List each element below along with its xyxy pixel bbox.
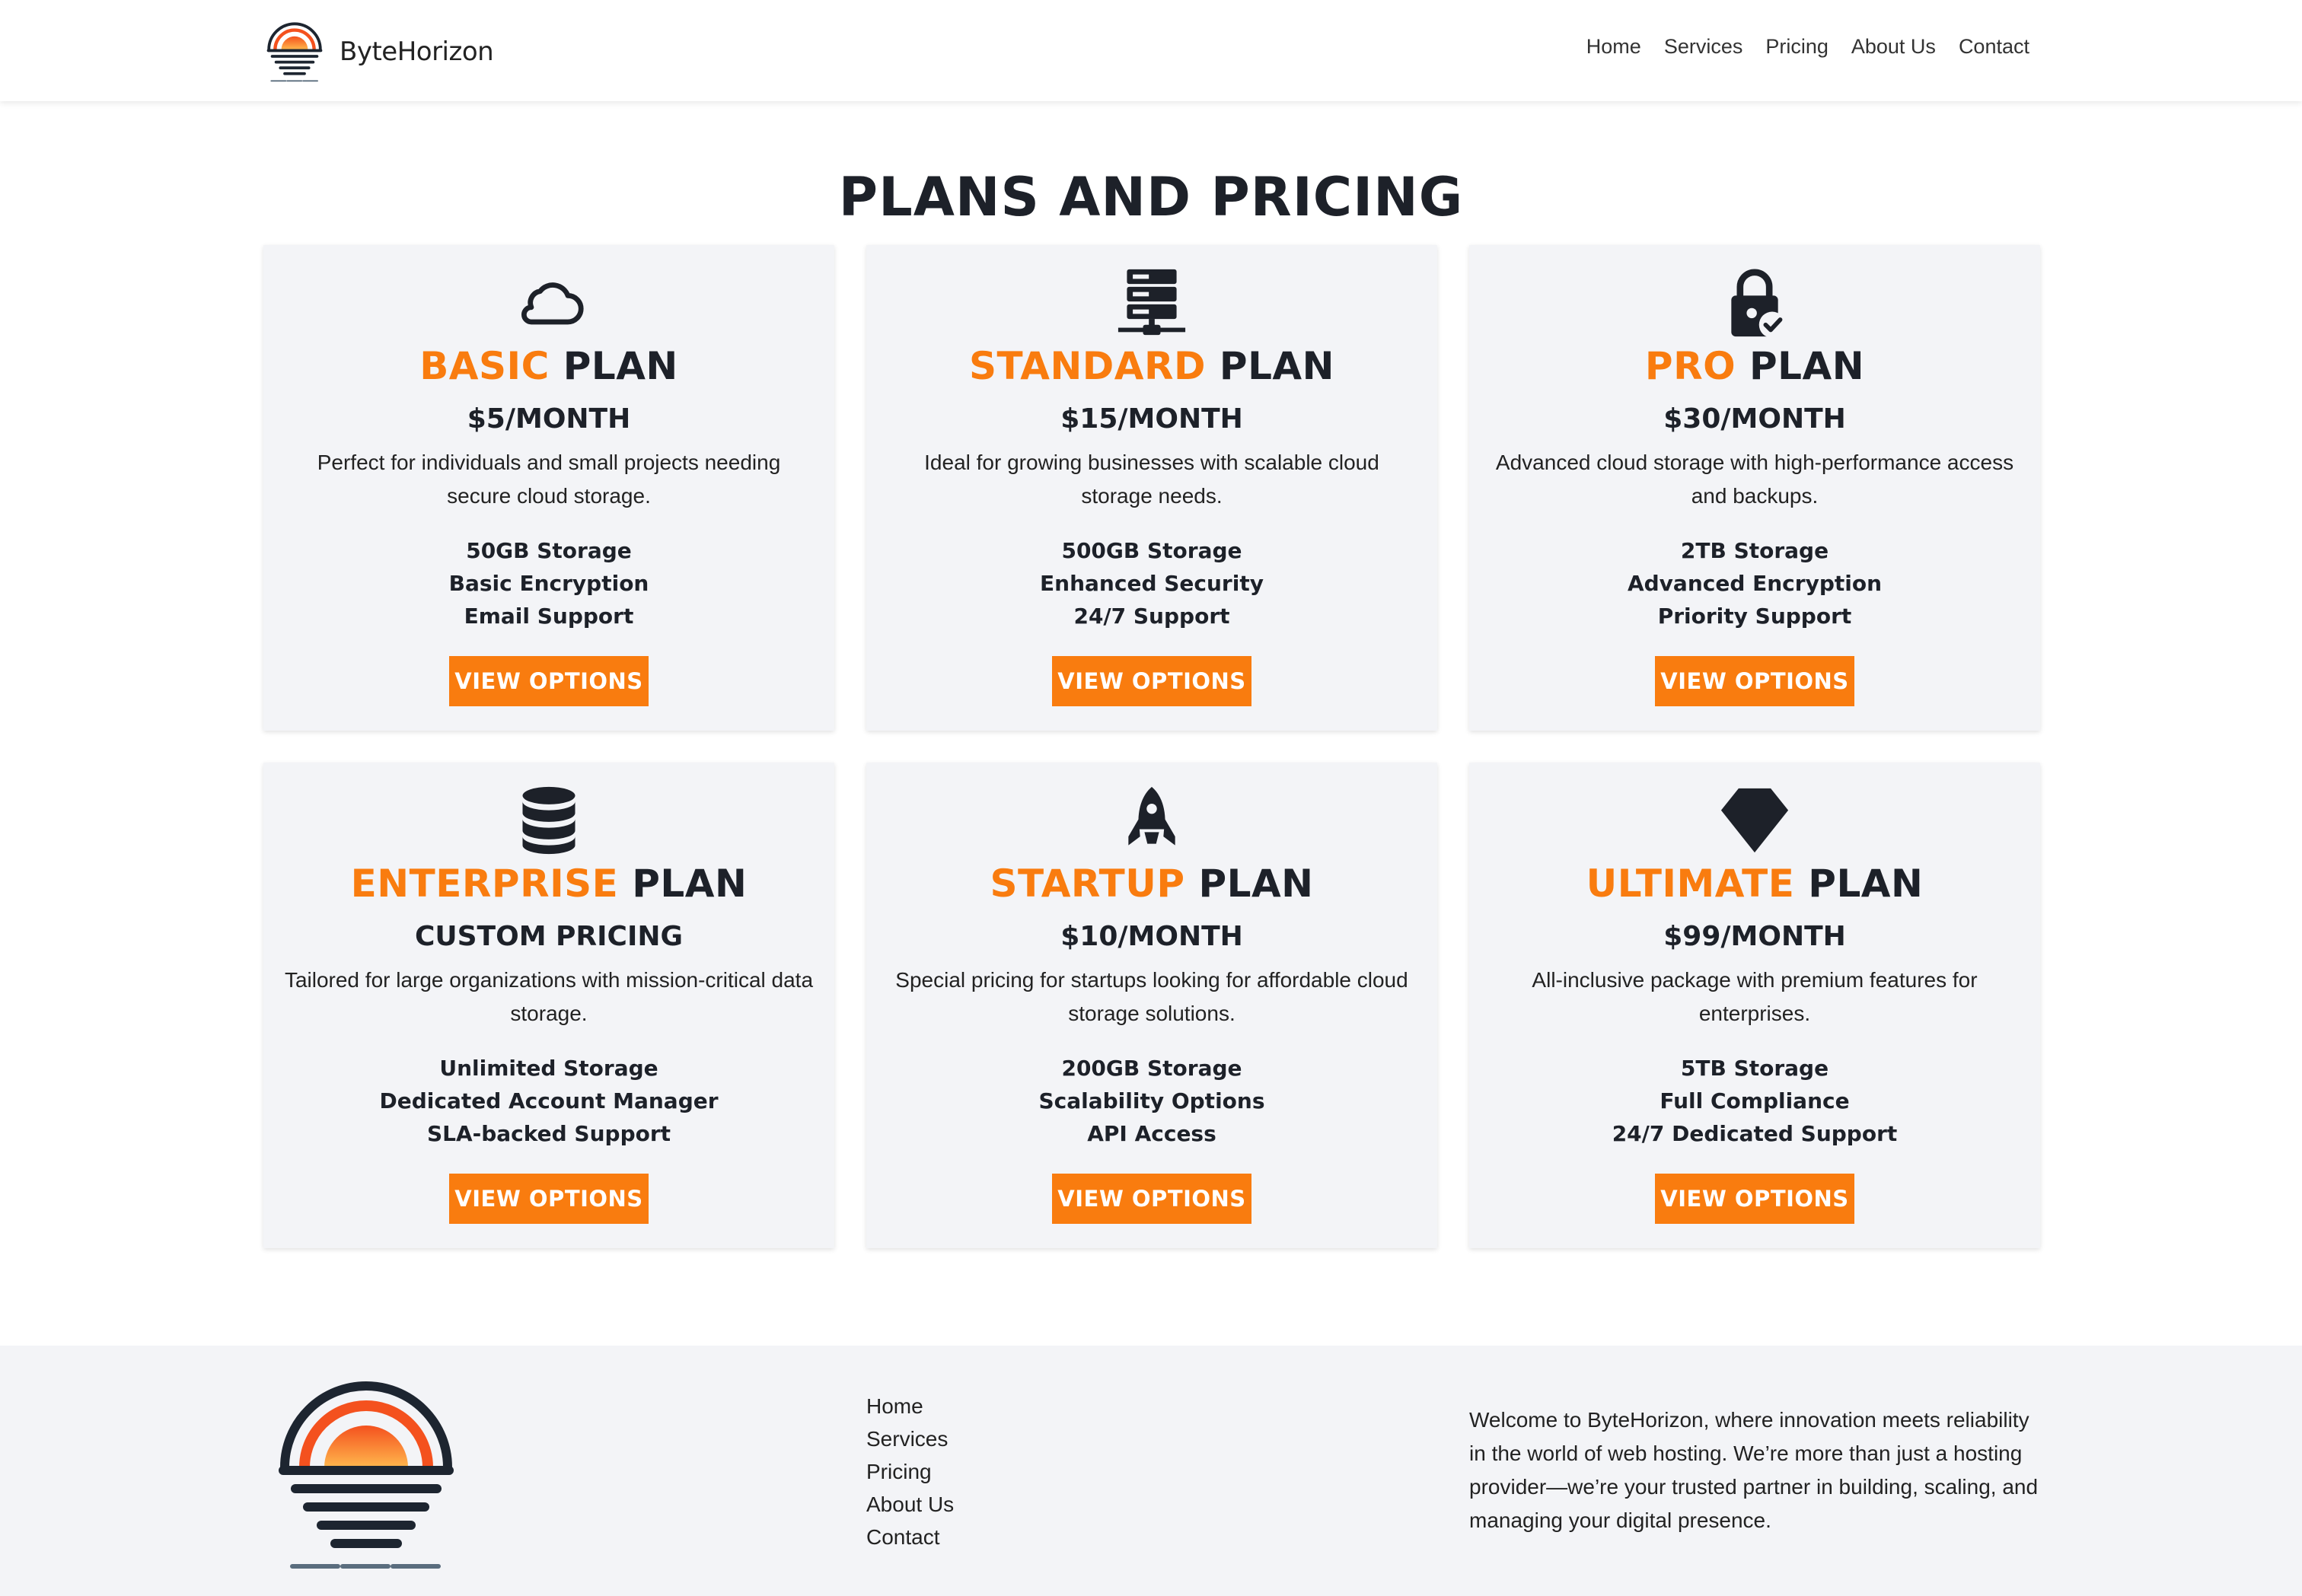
view-options-button-ultimate[interactable]: VIEW OPTIONS [1655,1174,1854,1224]
brand-link[interactable]: ByteHorizon [266,18,494,85]
feature-item: Scalability Options [1038,1088,1265,1113]
plan-name: ULTIMATE PLAN [1469,862,2040,906]
nav-home[interactable]: Home [1586,35,1641,59]
plan-name: BASIC PLAN [263,344,834,388]
footer-link-about-us[interactable]: About Us [866,1488,954,1521]
plan-card-basic: BASIC PLAN $5/MONTH Perfect for individu… [263,245,834,731]
plan-name-accent: STARTUP [990,862,1185,906]
plan-card-standard: STANDARD PLAN $15/MONTH Ideal for growin… [866,245,1437,731]
plan-card-enterprise: ENTERPRISE PLAN CUSTOM PRICING Tailored … [263,763,834,1248]
footer-link-home[interactable]: Home [866,1390,954,1422]
feature-item: Advanced Encryption [1627,571,1883,596]
database-icon [263,785,834,855]
plan-price: $10/MONTH [1060,921,1243,952]
feature-item: SLA-backed Support [426,1121,671,1146]
feature-item: Basic Encryption [448,571,649,596]
footer-logo-icon [277,1376,455,1572]
plan-name-rest: PLAN [1749,344,1865,388]
plan-name-accent: STANDARD [969,344,1206,388]
feature-item: 500GB Storage [1061,538,1242,563]
footer-about-text: Welcome to ByteHorizon, where innovation… [1469,1408,2039,1532]
feature-item: Unlimited Storage [439,1056,658,1081]
plan-price: CUSTOM PRICING [414,921,684,952]
feature-item: Full Compliance [1660,1088,1850,1113]
nav-pricing[interactable]: Pricing [1765,35,1829,59]
plan-name-accent: ULTIMATE [1586,862,1795,906]
plan-features: 50GB Storage Basic Encryption Email Supp… [263,534,834,632]
page-title: PLANS AND PRICING [838,166,1464,228]
feature-item: 200GB Storage [1061,1056,1242,1081]
rocket-icon [866,785,1437,855]
nav-about-us[interactable]: About Us [1851,35,1936,59]
feature-item: 5TB Storage [1680,1056,1829,1081]
lock-check-icon [1469,268,2040,338]
footer-link-pricing[interactable]: Pricing [866,1455,954,1488]
view-options-button-enterprise[interactable]: VIEW OPTIONS [449,1174,649,1224]
feature-item: 24/7 Dedicated Support [1612,1121,1898,1146]
plan-price: $15/MONTH [1060,403,1243,435]
plan-price: $30/MONTH [1663,403,1846,435]
plan-name: STARTUP PLAN [866,862,1437,906]
plan-name-rest: PLAN [1219,344,1334,388]
footer-link-services[interactable]: Services [866,1422,954,1455]
plan-features: 2TB Storage Advanced Encryption Priority… [1469,534,2040,632]
plan-description: Special pricing for startups looking for… [895,968,1408,1025]
bytehorizon-logo-icon [266,19,323,84]
feature-item: 24/7 Support [1073,604,1230,629]
view-options-button-pro[interactable]: VIEW OPTIONS [1655,656,1854,706]
view-options-button-standard[interactable]: VIEW OPTIONS [1052,656,1251,706]
feature-item: 50GB Storage [466,538,632,563]
cloud-icon [263,268,834,338]
plan-card-ultimate: ULTIMATE PLAN $99/MONTH All-inclusive pa… [1469,763,2040,1248]
feature-item: Dedicated Account Manager [379,1088,719,1113]
plan-features: Unlimited Storage Dedicated Account Mana… [263,1052,834,1150]
brand-name: ByteHorizon [340,37,494,67]
plan-description: Advanced cloud storage with high-perform… [1495,451,2014,508]
plan-features: 5TB Storage Full Compliance 24/7 Dedicat… [1469,1052,2040,1150]
plan-description: Ideal for growing businesses with scalab… [924,451,1379,508]
plan-features: 500GB Storage Enhanced Security 24/7 Sup… [866,534,1437,632]
feature-item: Priority Support [1657,604,1852,629]
plan-name-rest: PLAN [632,862,748,906]
main-nav: Home Services Pricing About Us Contact [1586,35,2029,59]
plan-features: 200GB Storage Scalability Options API Ac… [866,1052,1437,1150]
plan-description: Tailored for large organizations with mi… [284,968,814,1025]
plan-name-accent: PRO [1644,344,1736,388]
plan-name-rest: PLAN [1198,862,1314,906]
gem-icon [1469,785,2040,855]
feature-item: API Access [1087,1121,1216,1146]
view-options-button-startup[interactable]: VIEW OPTIONS [1052,1174,1251,1224]
plan-name: ENTERPRISE PLAN [263,862,834,906]
plan-price: $5/MONTH [467,403,631,435]
feature-item: Email Support [464,604,634,629]
feature-item: Enhanced Security [1040,571,1264,596]
footer-link-contact[interactable]: Contact [866,1521,954,1553]
footer-nav: Home Services Pricing About Us Contact [866,1390,954,1553]
plan-description: Perfect for individuals and small projec… [317,451,781,508]
nav-contact[interactable]: Contact [1959,35,2029,59]
plan-name-rest: PLAN [1808,862,1924,906]
plan-description: All-inclusive package with premium featu… [1532,968,1978,1025]
plan-price: $99/MONTH [1663,921,1846,952]
plan-name: STANDARD PLAN [866,344,1437,388]
site-header: ByteHorizon Home Services Pricing About … [0,0,2302,101]
plan-name-accent: BASIC [419,344,550,388]
feature-item: 2TB Storage [1680,538,1829,563]
plan-card-pro: PRO PLAN $30/MONTH Advanced cloud storag… [1469,245,2040,731]
pricing-grid: BASIC PLAN $5/MONTH Perfect for individu… [263,245,2040,1248]
nav-services[interactable]: Services [1664,35,1743,59]
plan-name-rest: PLAN [563,344,678,388]
site-footer: Home Services Pricing About Us Contact W… [0,1346,2302,1596]
server-icon [866,268,1437,338]
view-options-button-basic[interactable]: VIEW OPTIONS [449,656,649,706]
plan-name: PRO PLAN [1469,344,2040,388]
plan-card-startup: STARTUP PLAN $10/MONTH Special pricing f… [866,763,1437,1248]
plan-name-accent: ENTERPRISE [350,862,619,906]
